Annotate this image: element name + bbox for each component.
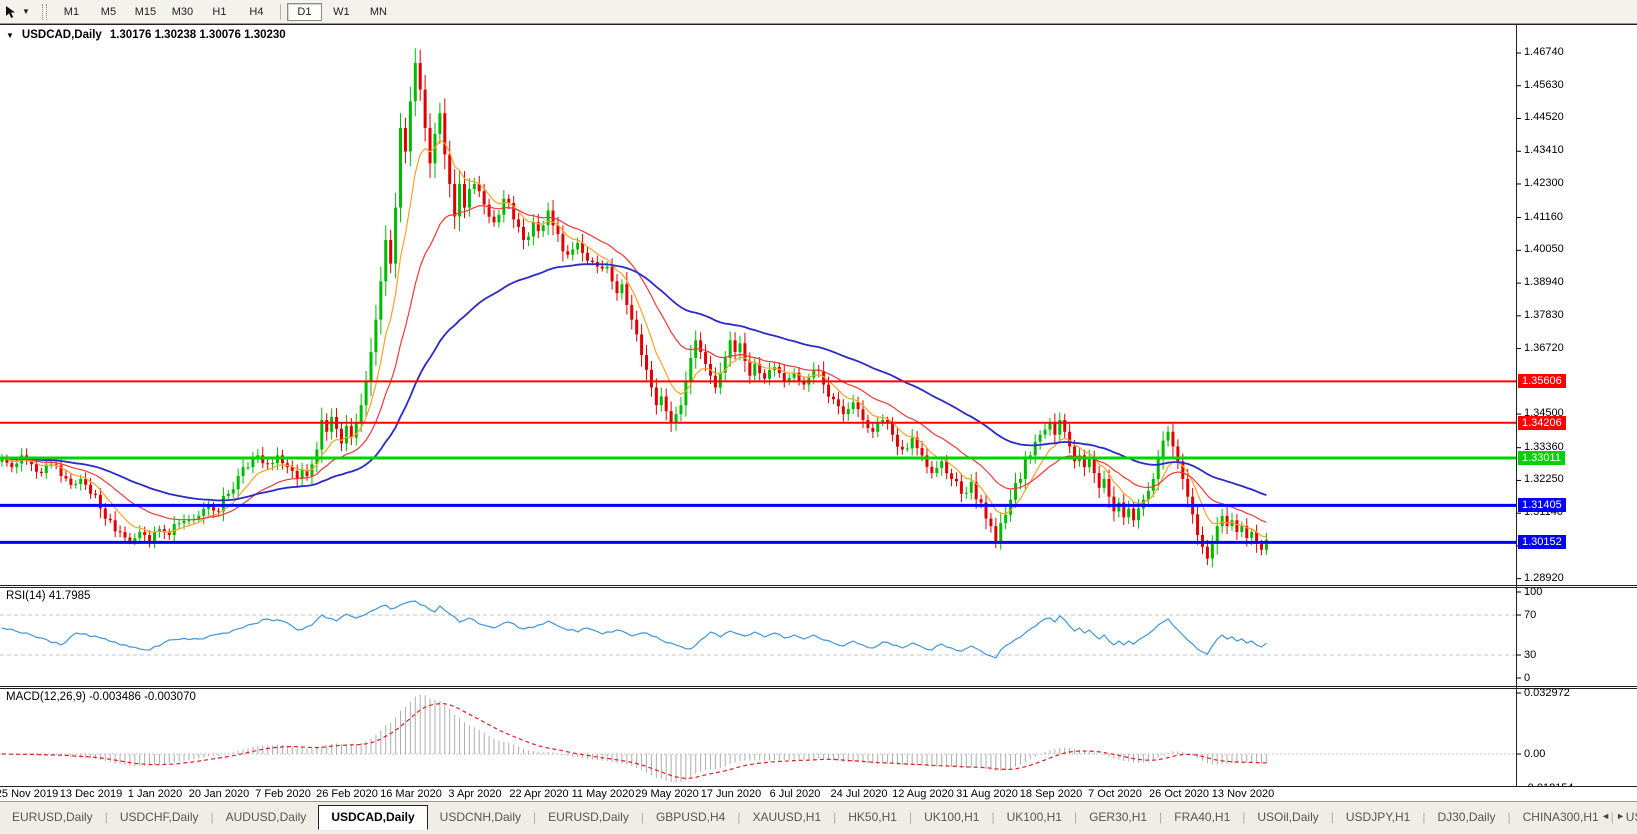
date-tick-label: 22 Apr 2020	[509, 788, 569, 800]
tab-gbpusd-h4[interactable]: GBPUSD,H4	[644, 805, 737, 829]
date-tick-label: 1 Jan 2020	[127, 788, 183, 800]
cursor-icon	[6, 5, 15, 18]
tab-scroll-right-icon[interactable]: ►	[1616, 811, 1631, 821]
axis-tick-label: 0.032972	[1524, 687, 1570, 699]
tab-ger30-h1[interactable]: GER30,H1	[1077, 805, 1159, 829]
tab-scroll-left-icon[interactable]: ◄	[1601, 811, 1616, 821]
chart-window[interactable]: ▼ USDCAD,Daily 1.30176 1.30238 1.30076 1…	[0, 24, 1637, 794]
tab-scroll-arrows[interactable]: ◄►	[1601, 811, 1631, 821]
price-chart-canvas[interactable]	[0, 24, 1637, 787]
tab-eurusd-daily[interactable]: EURUSD,Daily	[536, 805, 641, 829]
price-line-badge: 1.33011	[1518, 450, 1565, 465]
toolbar-grip-handle[interactable]	[41, 3, 47, 20]
axis-tick-label: 1.38940	[1524, 276, 1564, 289]
date-tick-label: 20 Jan 2020	[188, 788, 250, 800]
axis-tick-label: 30	[1524, 649, 1537, 661]
chart-title: ▼ USDCAD,Daily 1.30176 1.30238 1.30076 1…	[6, 29, 286, 41]
timeframe-button-h1[interactable]: H1	[202, 3, 237, 21]
date-tick-label: 31 Aug 2020	[956, 788, 1018, 800]
date-tick-label: 24 Jul 2020	[830, 788, 888, 800]
timeframe-button-group: M1 M5 M15 M30 H1 H4 D1 W1 MN	[53, 2, 397, 21]
axis-tick-label: 1.32250	[1524, 473, 1564, 486]
price-line-badge: 1.35606	[1518, 374, 1566, 389]
tab-usdcnh-daily[interactable]: USDCNH,Daily	[428, 805, 533, 829]
cursor-tool-button[interactable]: ▼	[0, 0, 34, 23]
tab-china300-h1[interactable]: CHINA300,H1	[1511, 805, 1611, 829]
tab-usoil-daily[interactable]: USOil,Daily	[1245, 805, 1330, 829]
axis-tick-label: 1.43410	[1524, 144, 1564, 157]
timeframe-button-d1[interactable]: D1	[286, 2, 322, 21]
axis-tick-label: 100	[1524, 586, 1543, 598]
date-tick-label: 12 Aug 2020	[892, 788, 954, 800]
timeframe-button-w1[interactable]: W1	[324, 3, 359, 21]
axis-tick-label: 1.28920	[1524, 571, 1564, 584]
timeframe-button-m1[interactable]: M1	[54, 3, 89, 21]
price-line-badge: 1.30152	[1518, 535, 1566, 550]
date-tick-label: 7 Feb 2020	[255, 788, 311, 800]
chart-ohlc-values: 1.30176 1.30238 1.30076 1.30230	[109, 29, 286, 41]
axis-tick-label: 1.46740	[1524, 46, 1564, 58]
tab-usdchf-daily[interactable]: USDCHF,Daily	[108, 805, 211, 829]
axis-tick-label: 1.36720	[1524, 341, 1564, 354]
date-tick-label: 16 Mar 2020	[380, 788, 442, 800]
date-tick-label: 6 Jul 2020	[769, 788, 821, 800]
symbol-dropdown-icon[interactable]: ▼	[6, 31, 14, 40]
chart-tab-bar: EURUSD,Daily | USDCHF,Daily | AUDUSD,Daily US…	[0, 801, 1637, 834]
timeframe-button-mn[interactable]: MN	[361, 3, 396, 21]
date-tick-label: 25 Nov 2019	[0, 788, 59, 800]
date-tick-label: 13 Dec 2019	[59, 788, 123, 800]
tab-uk100-h1[interactable]: UK100,H1	[995, 805, 1074, 829]
tab-usdcad-daily[interactable]: USDCAD,Daily	[318, 805, 428, 830]
date-tick-label: 11 May 2020	[571, 788, 635, 800]
top-toolbar: ▼ M1 M5 M15 M30 H1 H4 D1 W1 MN	[0, 0, 1637, 24]
macd-indicator-label: MACD(12,26,9) -0.003486 -0.003070	[6, 691, 196, 703]
tab-xauusd-h1[interactable]: XAUUSD,H1	[740, 805, 833, 829]
date-tick-label: 3 Apr 2020	[448, 788, 502, 800]
rsi-indicator-label: RSI(14) 41.7985	[6, 590, 91, 602]
date-tick-label: 17 Jun 2020	[700, 788, 762, 800]
price-line-badge: 1.34206	[1518, 415, 1566, 430]
timeframe-button-m15[interactable]: M15	[128, 3, 163, 21]
date-tick-label: 18 Sep 2020	[1019, 788, 1083, 800]
axis-tick-label: 70	[1524, 609, 1537, 621]
axis-tick-label: 1.40050	[1524, 243, 1564, 256]
axis-tick-label: 0	[1524, 672, 1531, 684]
date-axis: 25 Nov 2019 13 Dec 2019 1 Jan 2020 20 Jan 2…	[0, 787, 1637, 801]
price-line-badge: 1.31405	[1518, 498, 1566, 513]
date-tick-label: 29 May 2020	[635, 788, 699, 800]
date-tick-label: 7 Oct 2020	[1088, 788, 1142, 800]
date-tick-label: 26 Feb 2020	[316, 788, 378, 800]
chart-tabs: EURUSD,Daily | USDCHF,Daily | AUDUSD,Daily US…	[0, 805, 1637, 830]
tab-eurusd-daily[interactable]: EURUSD,Daily	[0, 805, 105, 829]
date-tick-label: 13 Nov 2020	[1211, 788, 1275, 800]
timeframe-button-h4[interactable]: H4	[239, 3, 274, 21]
tab-audusd-daily[interactable]: AUDUSD,Daily	[214, 805, 319, 829]
tab-fra40-h1[interactable]: FRA40,H1	[1162, 805, 1242, 829]
axis-tick-label: 1.44520	[1524, 111, 1564, 124]
axis-tick-label: 1.45630	[1524, 78, 1564, 91]
tab-dj30-daily[interactable]: DJ30,Daily	[1425, 805, 1507, 829]
date-tick-label: 26 Oct 2020	[1149, 788, 1209, 800]
tab-hk50-h1[interactable]: HK50,H1	[836, 805, 909, 829]
axis-tick-label: 1.41160	[1524, 210, 1563, 223]
axis-tick-label: 0.00	[1524, 748, 1546, 760]
chart-symbol-label: USDCAD,Daily	[21, 29, 102, 41]
timeframe-button-m5[interactable]: M5	[91, 3, 126, 21]
axis-tick-label: 1.37830	[1524, 308, 1564, 321]
axis-tick-label: 1.42300	[1524, 176, 1564, 189]
chevron-down-icon: ▼	[22, 7, 30, 16]
tab-uk100-h1[interactable]: UK100,H1	[912, 805, 991, 829]
tab-usdjpy-h1[interactable]: USDJPY,H1	[1334, 805, 1422, 829]
timeframe-button-m30[interactable]: M30	[165, 3, 200, 21]
